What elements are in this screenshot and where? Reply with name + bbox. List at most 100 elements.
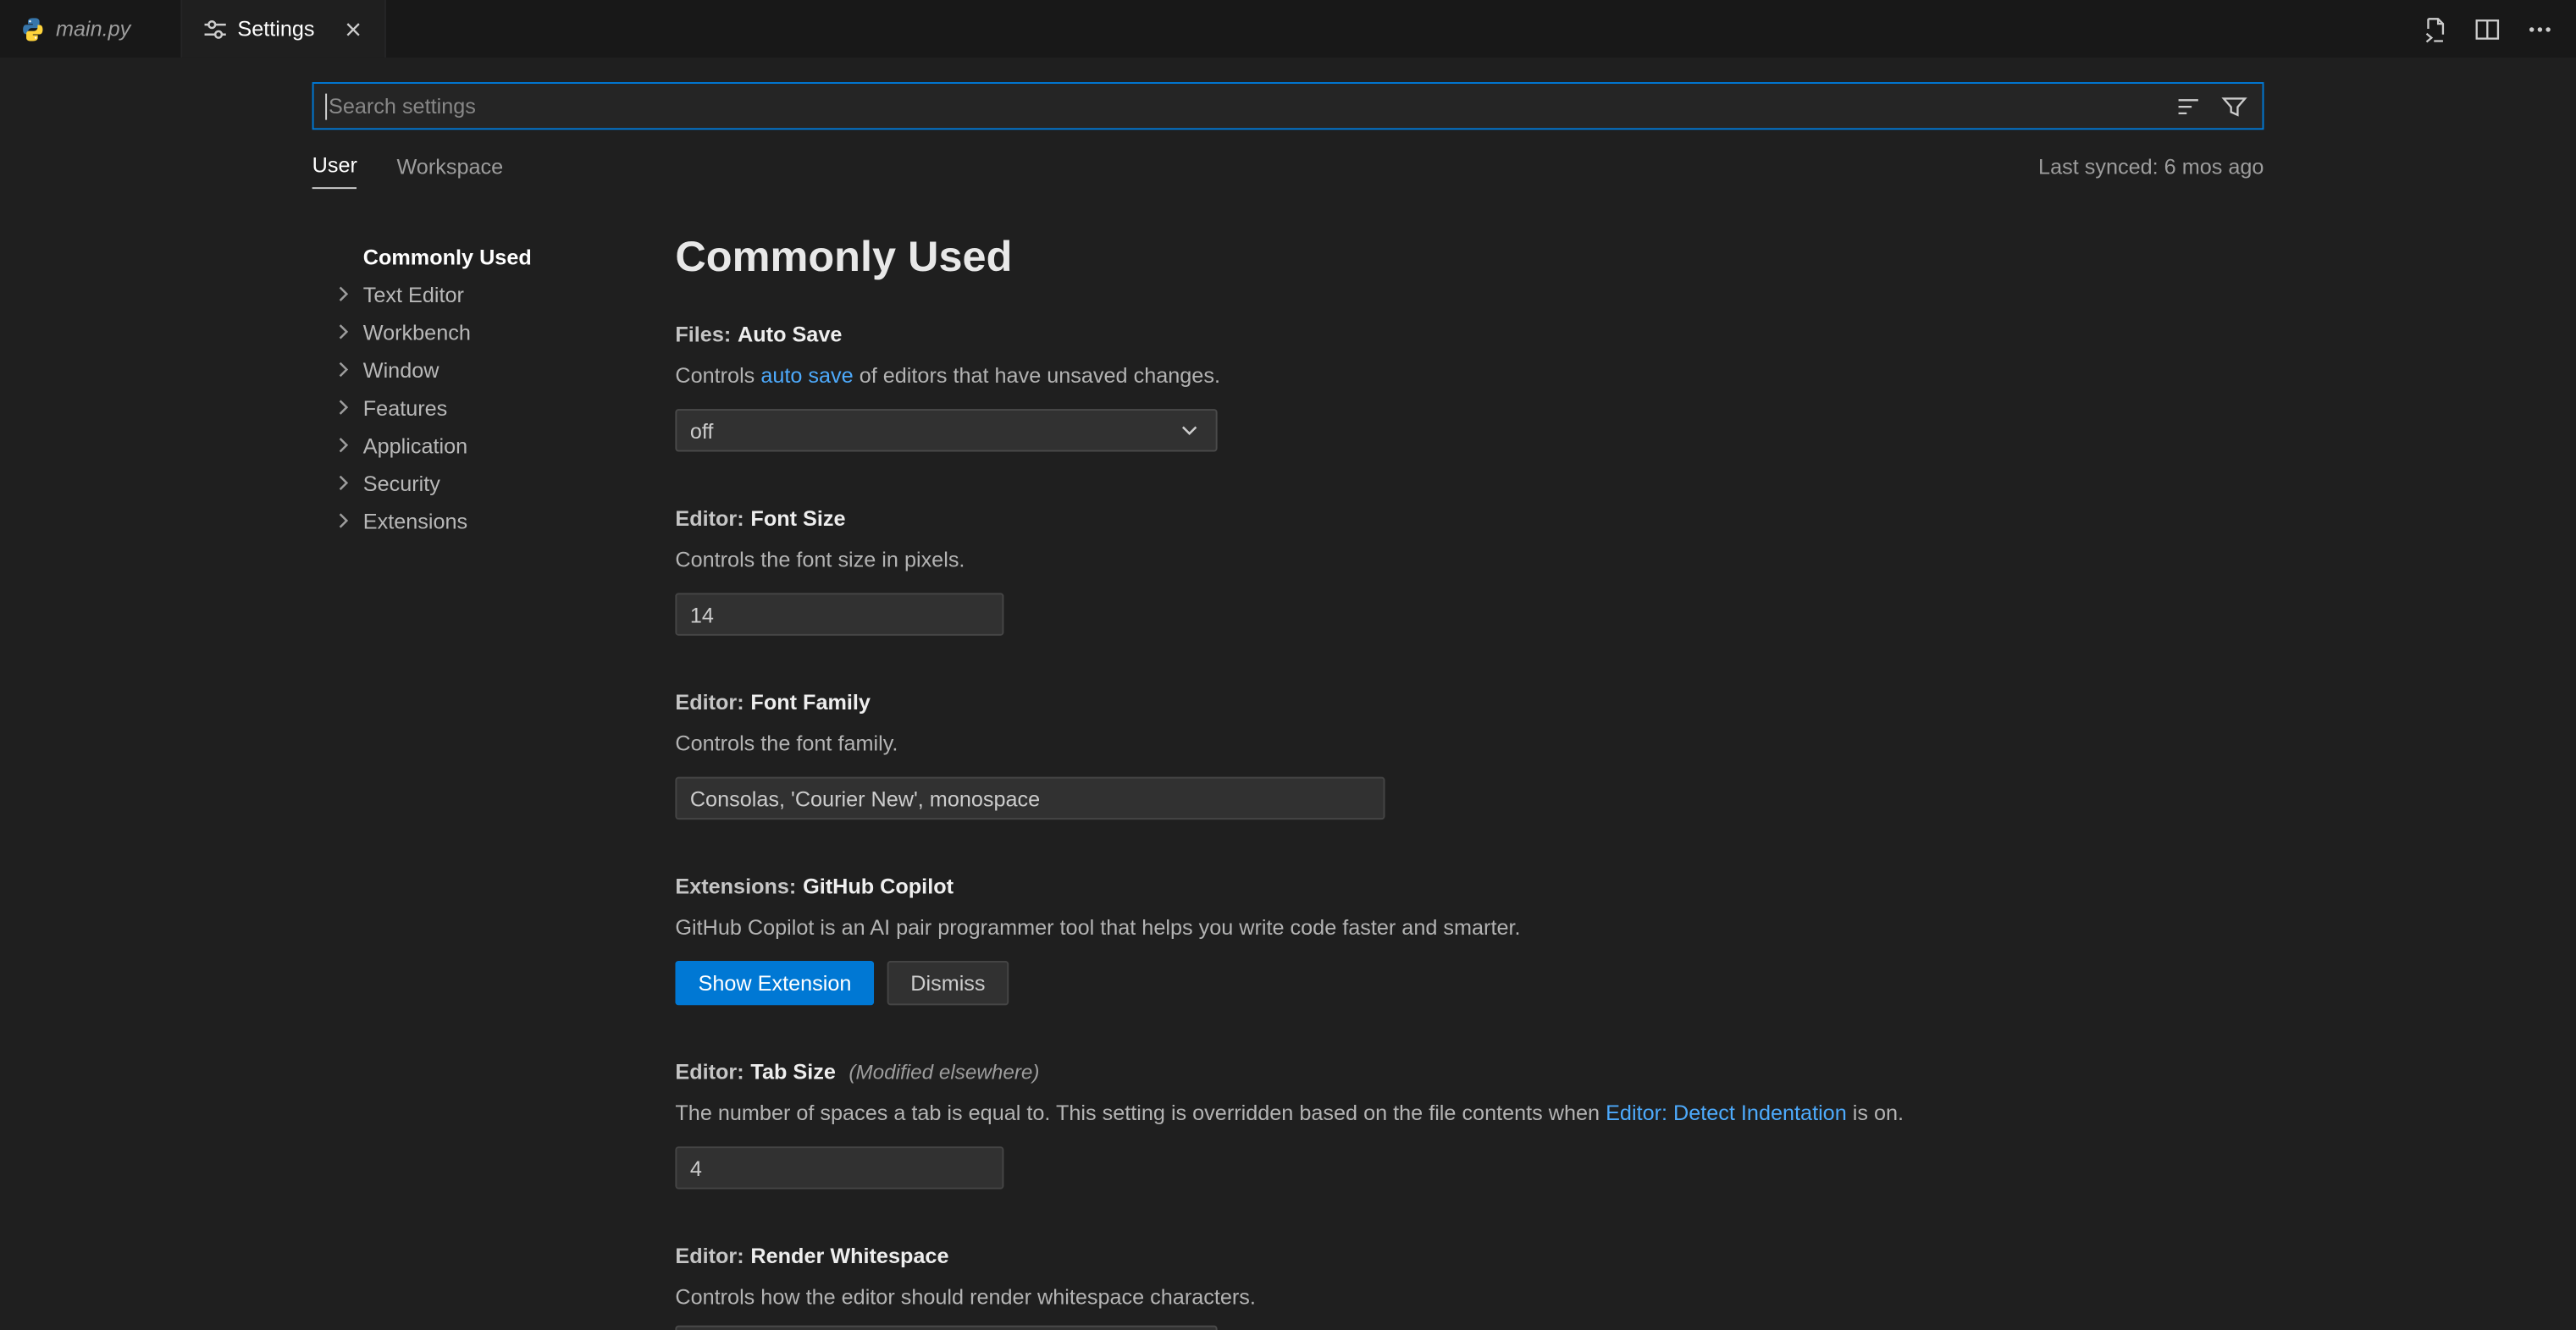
auto-save-select[interactable]: off — [675, 409, 1217, 451]
toc-label: Text Editor — [363, 283, 464, 307]
toc-item-extensions[interactable]: Extensions — [330, 503, 675, 541]
settings-sliders-icon — [202, 15, 228, 41]
setting-files-auto-save: Files: Auto Save Controls auto save of ed… — [675, 320, 2264, 451]
tab-label: main.py — [56, 16, 130, 41]
toc-label: Security — [363, 472, 440, 496]
setting-title: Files: Auto Save — [675, 320, 2264, 350]
setting-name: Auto Save — [738, 322, 842, 346]
setting-description: GitHub Copilot is an AI pair programmer … — [675, 913, 2264, 943]
setting-control — [675, 777, 2264, 820]
auto-save-link[interactable]: auto save — [760, 363, 853, 388]
setting-name: Font Family — [750, 690, 871, 715]
setting-description: Controls auto save of editors that have … — [675, 361, 2264, 391]
setting-control: Show Extension Dismiss — [675, 961, 2264, 1005]
toc-item-features[interactable]: Features — [330, 389, 675, 428]
python-icon — [19, 15, 46, 41]
setting-title: Editor:Render Whitespace — [675, 1242, 2264, 1272]
page-title: Commonly Used — [675, 232, 2264, 281]
setting-editor-font-family: Editor:Font Family Controls the font fam… — [675, 688, 2264, 820]
chevron-right-icon — [330, 281, 357, 307]
setting-name: Render Whitespace — [750, 1244, 948, 1268]
chevron-down-icon — [1176, 417, 1202, 444]
toc-label: Window — [363, 358, 439, 383]
text-caret — [325, 94, 327, 120]
setting-editor-tab-size: Editor:Tab Size (Modified elsewhere) The … — [675, 1057, 2264, 1189]
toc-item-security[interactable]: Security — [330, 465, 675, 503]
settings-search-row — [0, 58, 2576, 130]
setting-name: GitHub Copilot — [803, 874, 954, 898]
clear-filters-icon[interactable] — [2175, 93, 2202, 119]
font-family-input[interactable] — [675, 777, 1385, 820]
toc-label: Features — [363, 396, 448, 421]
setting-category: Editor: — [675, 1059, 744, 1084]
setting-title: Extensions: GitHub Copilot — [675, 872, 2264, 902]
render-whitespace-select[interactable] — [675, 1326, 1217, 1330]
desc-text: is on. — [1847, 1101, 1904, 1125]
settings-search-box[interactable] — [312, 82, 2264, 130]
setting-title: Editor:Font Family — [675, 688, 2264, 718]
search-actions — [2175, 93, 2263, 119]
close-tab-icon[interactable] — [341, 17, 364, 40]
chevron-right-icon — [330, 507, 357, 533]
toc-item-window[interactable]: Window — [330, 351, 675, 389]
toc-label: Application — [363, 433, 467, 458]
show-extension-button[interactable]: Show Extension — [675, 961, 874, 1005]
toc-label: Extensions — [363, 509, 467, 533]
setting-control — [675, 593, 2264, 635]
desc-text: of editors that have unsaved changes. — [854, 363, 1220, 388]
toc-item-workbench[interactable]: Workbench — [330, 314, 675, 352]
settings-toc: Commonly Used Text Editor Workbench Wind… — [330, 225, 675, 1330]
setting-control — [675, 1326, 2264, 1330]
toc-item-commonly-used[interactable]: Commonly Used — [330, 238, 675, 276]
setting-editor-render-whitespace: Editor:Render Whitespace Controls how th… — [675, 1242, 2264, 1330]
scope-tab-user[interactable]: User — [312, 152, 357, 189]
toc-item-text-editor[interactable]: Text Editor — [330, 276, 675, 314]
toc-label: Commonly Used — [363, 245, 532, 269]
setting-control: off — [675, 409, 2264, 451]
setting-category: Extensions: — [675, 874, 796, 898]
chevron-right-icon — [330, 395, 357, 421]
chevron-right-icon — [330, 470, 357, 496]
font-size-input[interactable] — [675, 593, 1003, 635]
setting-name: Tab Size — [750, 1059, 835, 1084]
tab-main-py[interactable]: main.py — [0, 0, 181, 58]
setting-control — [675, 1146, 2264, 1189]
setting-description: The number of spaces a tab is equal to. … — [675, 1099, 2264, 1129]
setting-title: Editor:Font Size — [675, 505, 2264, 534]
vscode-window: main.py Settings — [0, 0, 2576, 1330]
tab-label: Settings — [237, 16, 314, 41]
tab-settings[interactable]: Settings — [181, 0, 385, 58]
settings-list: Commonly Used Files: Auto Save Controls a… — [675, 225, 2576, 1330]
editor-tabbar: main.py Settings — [0, 0, 2576, 58]
setting-category: Editor: — [675, 690, 744, 715]
open-settings-json-icon[interactable] — [2422, 15, 2448, 41]
chevron-right-icon — [330, 318, 357, 345]
desc-text: The number of spaces a tab is equal to. … — [675, 1101, 1606, 1125]
setting-extensions-github-copilot: Extensions: GitHub Copilot GitHub Copilot… — [675, 872, 2264, 1005]
setting-category: Editor: — [675, 1244, 744, 1268]
setting-description: Controls how the editor should render wh… — [675, 1283, 2264, 1312]
settings-body: Commonly Used Text Editor Workbench Wind… — [0, 225, 2576, 1330]
tab-size-input[interactable] — [675, 1146, 1003, 1189]
setting-description: Controls the font family. — [675, 729, 2264, 759]
setting-category: Files: — [675, 322, 731, 346]
modified-elsewhere-badge: (Modified elsewhere) — [849, 1061, 1039, 1084]
dismiss-button[interactable]: Dismiss — [887, 961, 1009, 1005]
settings-scope-row: User Workspace Last synced: 6 mos ago — [0, 130, 2576, 189]
search-input[interactable] — [314, 94, 2175, 119]
chevron-right-icon — [330, 432, 357, 458]
detect-indentation-link[interactable]: Editor: Detect Indentation — [1606, 1101, 1847, 1125]
setting-category: Editor: — [675, 506, 744, 531]
sync-status: Last synced: 6 mos ago — [2038, 154, 2264, 189]
setting-editor-font-size: Editor:Font Size Controls the font size … — [675, 505, 2264, 636]
setting-title: Editor:Tab Size (Modified elsewhere) — [675, 1057, 2264, 1087]
more-actions-icon[interactable] — [2527, 15, 2553, 41]
scope-tab-workspace[interactable]: Workspace — [396, 154, 503, 189]
toc-item-application[interactable]: Application — [330, 427, 675, 465]
setting-description: Controls the font size in pixels. — [675, 545, 2264, 575]
select-value: off — [690, 418, 714, 443]
split-editor-icon[interactable] — [2474, 15, 2501, 41]
desc-text: Controls — [675, 363, 760, 388]
filter-icon[interactable] — [2221, 93, 2247, 119]
chevron-right-icon — [330, 356, 357, 383]
